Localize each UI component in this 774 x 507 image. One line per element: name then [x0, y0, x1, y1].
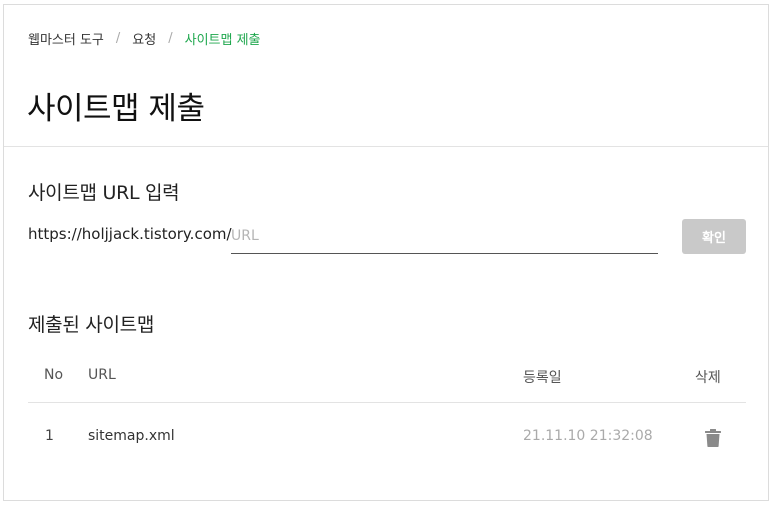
column-header-delete: 삭제	[695, 370, 721, 386]
breadcrumb: 웹마스터 도구 / 요청 / 사이트맵 제출	[28, 29, 261, 48]
column-header-url: URL	[88, 367, 116, 383]
table-row: 1 sitemap.xml 21.11.10 21:32:08	[28, 403, 746, 469]
confirm-button[interactable]: 확인	[682, 219, 746, 254]
submitted-sitemaps-title: 제출된 사이트맵	[28, 314, 155, 336]
sitemap-panel: 웹마스터 도구 / 요청 / 사이트맵 제출 사이트맵 제출 사이트맵 URL …	[3, 4, 769, 501]
header-divider	[4, 146, 768, 147]
url-input-section-title: 사이트맵 URL 입력	[28, 182, 180, 204]
table-header: No URL 등록일 삭제	[28, 351, 746, 403]
breadcrumb-item-current: 사이트맵 제출	[184, 33, 261, 48]
sitemap-url-input[interactable]	[231, 219, 658, 254]
column-header-date: 등록일	[523, 370, 562, 386]
breadcrumb-separator: /	[168, 31, 173, 46]
trash-icon[interactable]	[705, 429, 721, 447]
url-input-row: https://holjjack.tistory.com/ 확인	[28, 219, 746, 255]
breadcrumb-separator: /	[115, 31, 121, 46]
row-url: sitemap.xml	[88, 428, 175, 444]
page-title: 사이트맵 제출	[27, 91, 205, 127]
row-date: 21.11.10 21:32:08	[523, 428, 653, 444]
breadcrumb-item-webmaster-tools[interactable]: 웹마스터 도구	[28, 29, 104, 48]
breadcrumb-item-request[interactable]: 요청	[132, 29, 156, 48]
url-prefix: https://holjjack.tistory.com/	[28, 225, 232, 243]
column-header-no: No	[44, 367, 64, 383]
submitted-sitemaps-table: No URL 등록일 삭제 1 sitemap.xml 21.11.10 21:…	[28, 351, 746, 469]
row-number: 1	[45, 428, 54, 444]
